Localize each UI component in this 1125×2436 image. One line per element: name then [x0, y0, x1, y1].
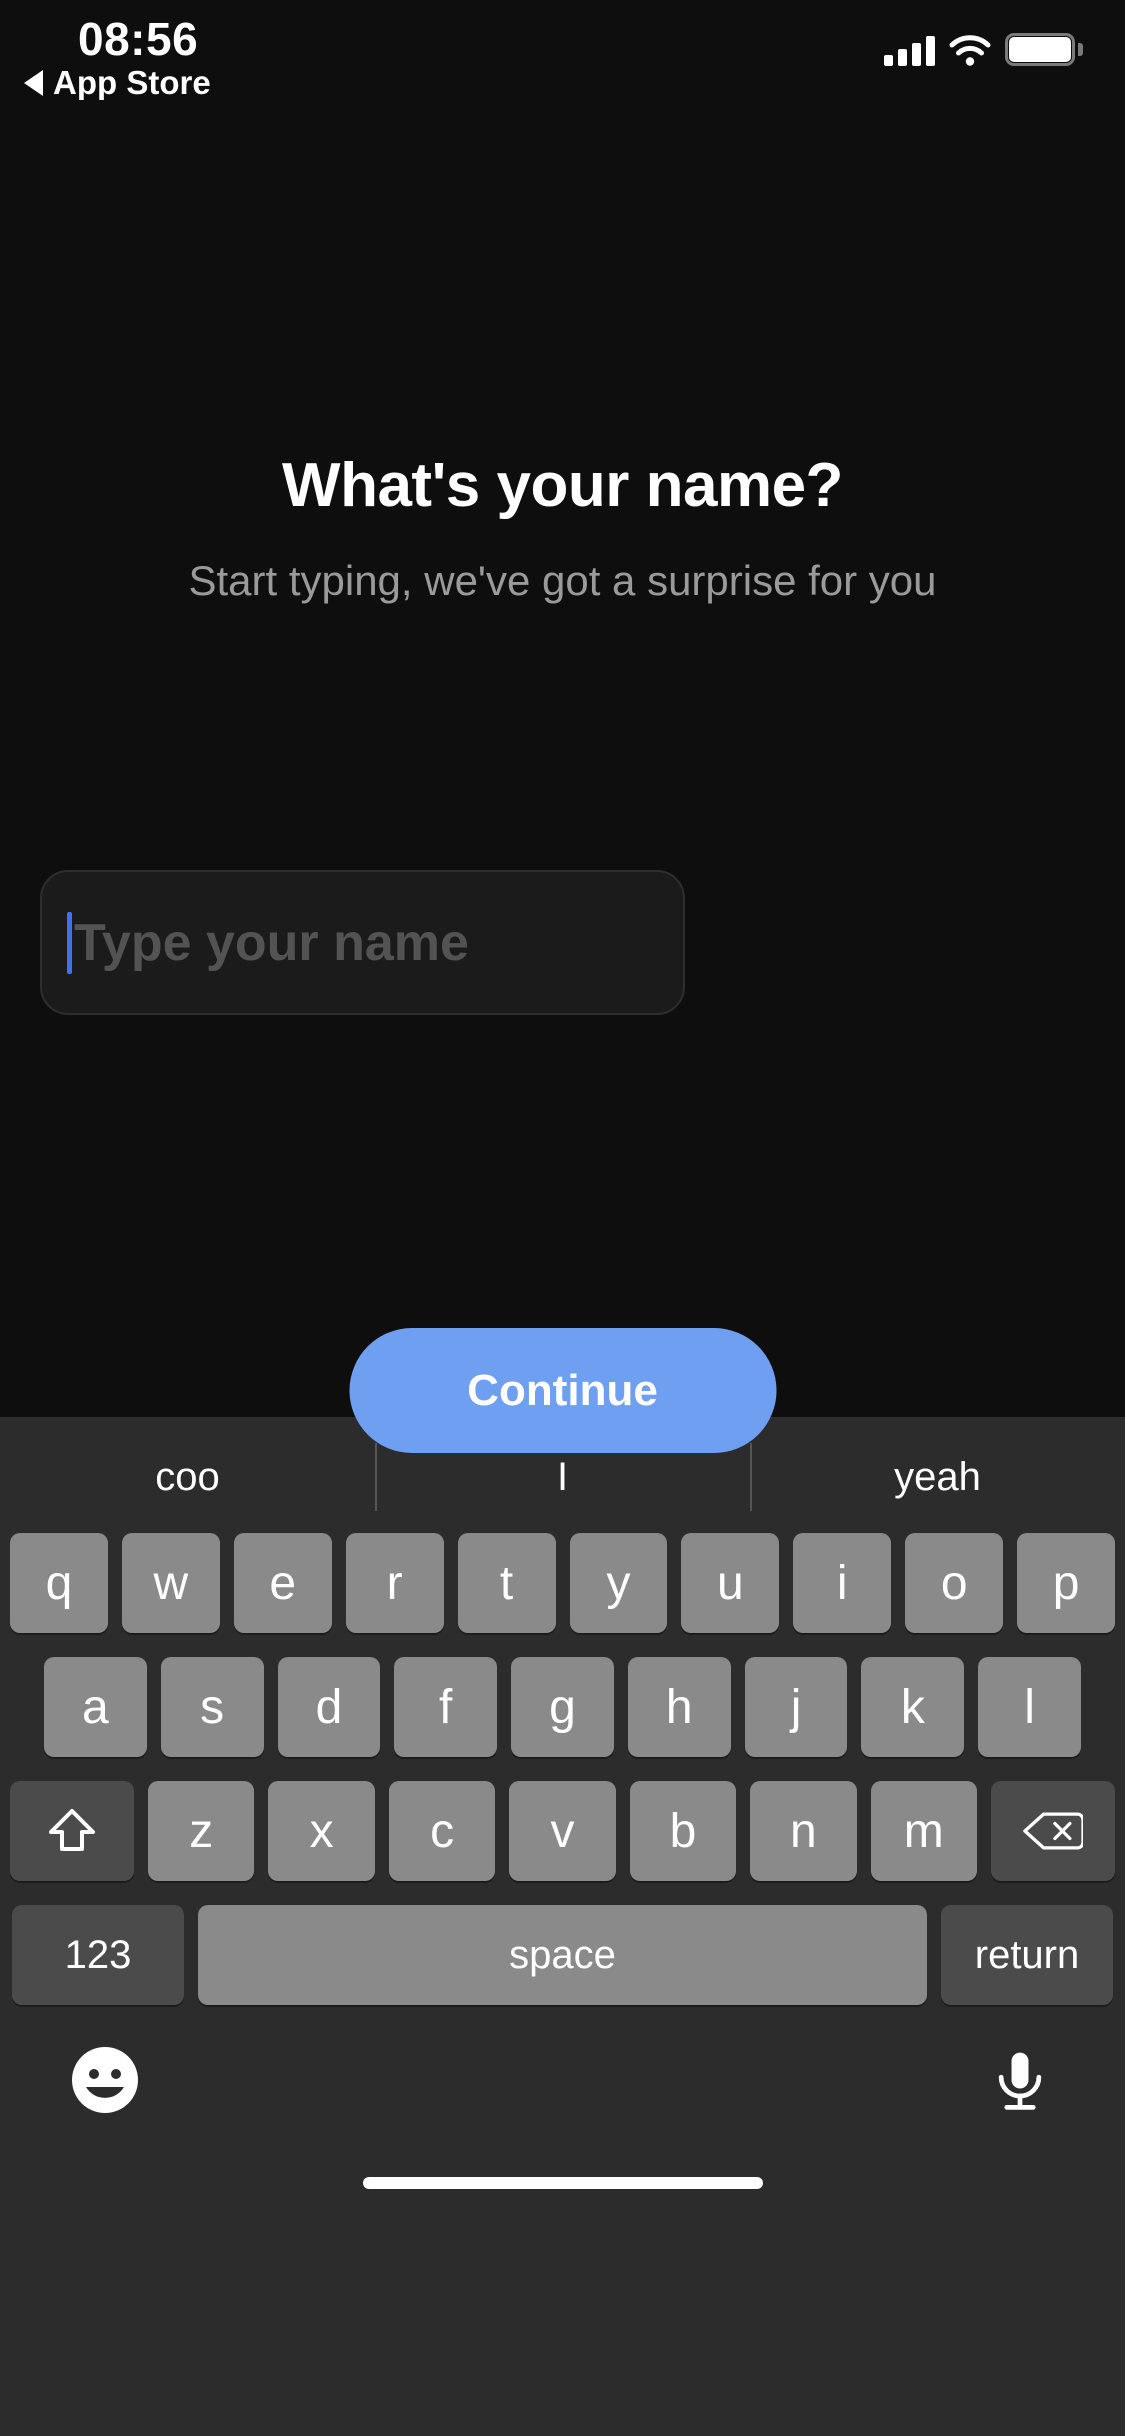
emoji-key[interactable] [70, 2045, 140, 2115]
smiley-face-icon [72, 2047, 138, 2113]
key-h[interactable]: h [627, 1657, 731, 1757]
space-key[interactable]: space [198, 1905, 927, 2005]
key-e[interactable]: e [233, 1533, 332, 1633]
key-l[interactable]: l [978, 1657, 1082, 1757]
numeric-key[interactable]: 123 [12, 1905, 184, 2005]
delete-key[interactable] [990, 1781, 1115, 1881]
status-bar-clock: 08:56 [78, 13, 199, 65]
key-n[interactable]: n [750, 1781, 857, 1881]
key-u[interactable]: u [681, 1533, 780, 1633]
keyboard-bottom-row [0, 2005, 1125, 2155]
text-caret [67, 911, 72, 974]
suggestion-item[interactable]: coo [0, 1421, 375, 1533]
keyboard-row-1: q w e r t y u i o p [9, 1533, 1116, 1633]
key-f[interactable]: f [394, 1657, 498, 1757]
dictation-key[interactable] [985, 2045, 1055, 2115]
key-k[interactable]: k [861, 1657, 965, 1757]
back-button-label: App Store [53, 64, 211, 101]
key-j[interactable]: j [744, 1657, 848, 1757]
key-y[interactable]: y [569, 1533, 668, 1633]
cellular-signal-icon [884, 36, 935, 66]
page-title: What's your name? [282, 451, 843, 520]
return-key[interactable]: return [941, 1905, 1113, 2005]
keyboard-row-2: a s d f g h j k l [10, 1657, 1115, 1757]
name-input-placeholder: Type your name [74, 913, 469, 972]
key-g[interactable]: g [511, 1657, 614, 1757]
key-r[interactable]: r [345, 1533, 444, 1633]
shift-arrow-up-icon [49, 1809, 96, 1851]
phone-screen: 08:56 App Store What's your name? Start … [0, 0, 1125, 2436]
key-q[interactable]: q [9, 1533, 108, 1633]
key-i[interactable]: i [793, 1533, 892, 1633]
keyboard-row-4: 123 space return [10, 1905, 1115, 2005]
key-m[interactable]: m [870, 1781, 977, 1881]
shift-key[interactable] [10, 1781, 135, 1881]
microphone-icon [998, 2052, 1042, 2110]
key-z[interactable]: z [148, 1781, 255, 1881]
key-d[interactable]: d [277, 1657, 381, 1757]
status-bar: 08:56 App Store [0, 0, 1125, 102]
home-indicator-area [0, 2155, 1125, 2211]
suggestion-item[interactable]: yeah [750, 1421, 1125, 1533]
key-x[interactable]: x [268, 1781, 375, 1881]
key-b[interactable]: b [629, 1781, 737, 1881]
predictive-suggestion-bar: coo I yeah [0, 1421, 1125, 1533]
page-subtitle: Start typing, we've got a surprise for y… [188, 557, 937, 604]
key-p[interactable]: p [1017, 1533, 1116, 1633]
on-screen-keyboard: coo I yeah q w e r t y u i o p a s d f g… [0, 1417, 1125, 2436]
keyboard-rows: q w e r t y u i o p a s d f g h j k l z … [0, 1533, 1125, 2005]
backspace-delete-icon [1023, 1812, 1083, 1850]
key-w[interactable]: w [121, 1533, 220, 1633]
home-indicator[interactable] [362, 2177, 763, 2189]
status-bar-indicators [884, 26, 1083, 66]
key-o[interactable]: o [905, 1533, 1004, 1633]
triangle-left-icon [24, 70, 43, 96]
key-a[interactable]: a [43, 1657, 147, 1757]
main-content: What's your name? Start typing, we've go… [0, 100, 1125, 1453]
battery-full-icon [1005, 33, 1083, 66]
key-v[interactable]: v [509, 1781, 616, 1881]
name-input[interactable]: Type your name [40, 870, 685, 1015]
back-to-app-store-button[interactable]: App Store [24, 64, 211, 102]
key-s[interactable]: s [160, 1657, 264, 1757]
suggestion-item[interactable]: I [375, 1421, 750, 1533]
wifi-icon [949, 34, 991, 66]
key-t[interactable]: t [457, 1533, 556, 1633]
key-c[interactable]: c [388, 1781, 496, 1881]
keyboard-row-3: z x c v b n m [10, 1781, 1115, 1881]
